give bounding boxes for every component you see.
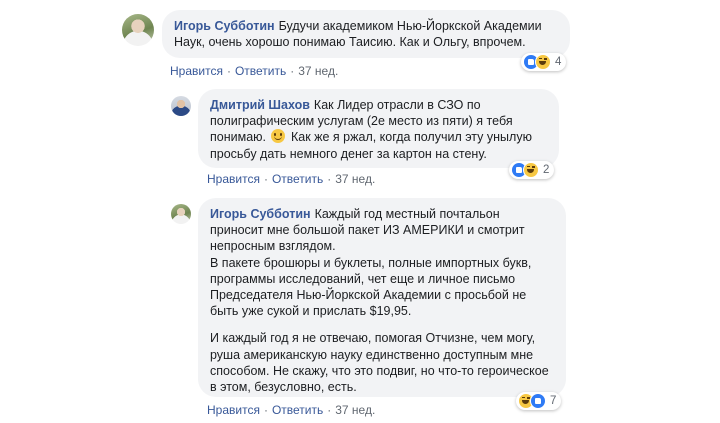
avatar[interactable] (171, 204, 191, 224)
comment-text-part: В пакете брошюры и буклеты, полные импор… (210, 255, 532, 319)
comment-bubble: Игорь Субботин Будучи академиком Нью-Йорк… (162, 10, 570, 58)
comment-line: Наук, очень хорошо понимаю Таисию. Как и… (174, 35, 526, 50)
comment-paragraph: Игорь Субботин Каждый год местный почталь… (210, 206, 554, 319)
reactions-summary[interactable]: 7 (516, 392, 562, 410)
comment-actions: Нравится · Ответить · 37 нед. (207, 403, 375, 417)
separator: · (327, 172, 332, 186)
comment-author[interactable]: Дмитрий Шахов (210, 98, 310, 112)
like-reaction-icon (530, 393, 546, 409)
like-link[interactable]: Нравится (207, 403, 260, 417)
comment-author[interactable]: Игорь Субботин (174, 19, 275, 33)
reaction-count: 2 (543, 164, 550, 176)
reactions-summary[interactable]: 2 (509, 161, 555, 179)
reaction-count: 4 (555, 56, 562, 68)
avatar[interactable] (122, 14, 154, 46)
like-link[interactable]: Нравится (170, 64, 223, 78)
comment-actions: Нравится · Ответить · 37 нед. (207, 172, 375, 186)
comment-time[interactable]: 37 нед. (335, 172, 375, 186)
separator: · (290, 64, 295, 78)
comment-text: Игорь Субботин Будучи академиком Нью-Йорк… (174, 18, 558, 50)
comment-text: Дмитрий Шахов Как Лидер отрасли в СЗО по … (210, 97, 547, 162)
comment-time[interactable]: 37 нед. (335, 403, 375, 417)
separator: · (226, 64, 231, 78)
smile-emoji-icon (271, 129, 286, 144)
haha-reaction-icon (523, 162, 539, 178)
comment-time[interactable]: 37 нед. (298, 64, 338, 78)
like-link[interactable]: Нравится (207, 172, 260, 186)
comment-bubble: Дмитрий Шахов Как Лидер отрасли в СЗО по … (198, 89, 559, 168)
comment-bubble: Игорь Субботин Каждый год местный почталь… (198, 198, 566, 397)
comment-author[interactable]: Игорь Субботин (210, 207, 311, 221)
avatar[interactable] (171, 96, 191, 116)
reply-link[interactable]: Ответить (272, 172, 323, 186)
comment-actions: Нравится · Ответить · 37 нед. (170, 64, 338, 78)
reply-link[interactable]: Ответить (235, 64, 286, 78)
reply-link[interactable]: Ответить (272, 403, 323, 417)
reactions-summary[interactable]: 4 (521, 53, 567, 71)
haha-reaction-icon (535, 54, 551, 70)
separator: · (263, 403, 268, 417)
comment-paragraph: И каждый год я не отвечаю, помогая Отчиз… (210, 331, 549, 395)
separator: · (327, 403, 332, 417)
comment-line: Будучи академиком Нью-Йоркской Академии (278, 19, 542, 33)
reaction-count: 7 (550, 395, 557, 407)
separator: · (263, 172, 268, 186)
